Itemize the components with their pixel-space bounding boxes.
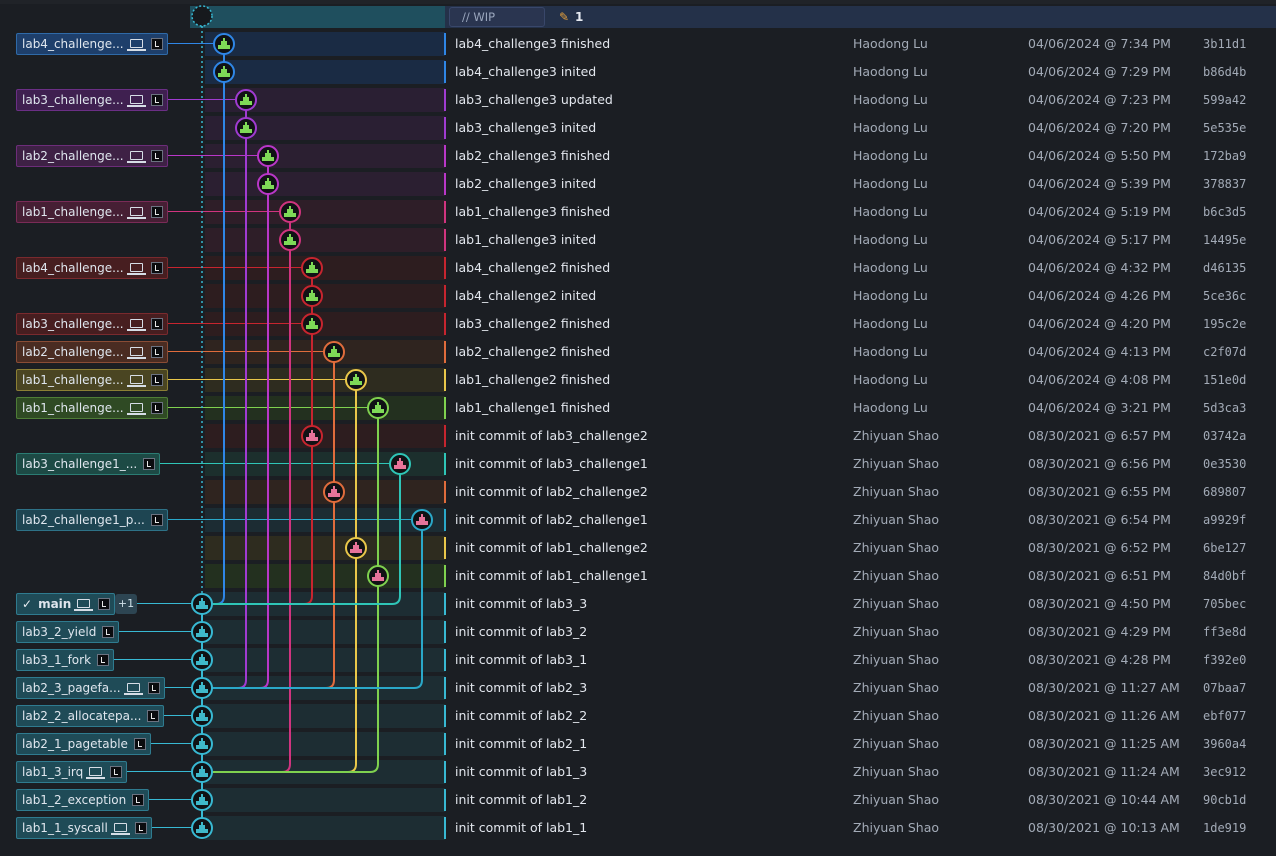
commit-graph-view: // WIP ✎ 1 lab4_challenge3 finished Haodo… — [0, 0, 1276, 856]
author-avatar-pink-icon[interactable] — [367, 565, 389, 587]
wip-node[interactable] — [191, 5, 213, 27]
branch-merge-lab2 — [212, 679, 269, 689]
author-avatar-pink-icon[interactable] — [301, 425, 323, 447]
author-avatar-icon[interactable] — [301, 313, 323, 335]
author-avatar-teal-icon[interactable] — [191, 733, 213, 755]
branch-merge-lab1 — [212, 763, 291, 773]
branch-merge-lab4 — [212, 595, 225, 605]
author-avatar-teal-icon[interactable] — [191, 621, 213, 643]
author-avatar-icon[interactable] — [257, 173, 279, 195]
author-avatar-teal-icon[interactable] — [191, 677, 213, 699]
author-avatar-pink-icon[interactable] — [389, 453, 411, 475]
branch-merge-lab3 — [212, 679, 247, 689]
author-avatar-icon[interactable] — [235, 117, 257, 139]
author-avatar-icon[interactable] — [323, 341, 345, 363]
author-avatar-icon[interactable] — [257, 145, 279, 167]
author-avatar-teal-icon[interactable] — [191, 649, 213, 671]
author-avatar-pink-icon[interactable] — [323, 481, 345, 503]
author-avatar-teal-icon[interactable] — [191, 705, 213, 727]
branch-merge-yellow — [212, 763, 357, 773]
branch-merge-teal — [212, 595, 401, 605]
author-avatar-teal-icon[interactable] — [191, 817, 213, 839]
author-avatar-icon[interactable] — [235, 89, 257, 111]
branch-merge-red — [212, 595, 313, 605]
author-avatar-icon[interactable] — [213, 33, 235, 55]
author-avatar-teal-icon[interactable] — [191, 593, 213, 615]
author-avatar-icon[interactable] — [367, 397, 389, 419]
author-avatar-icon[interactable] — [301, 257, 323, 279]
author-avatar-teal-icon[interactable] — [191, 761, 213, 783]
author-avatar-pink-icon[interactable] — [411, 509, 433, 531]
author-avatar-icon[interactable] — [345, 369, 367, 391]
author-avatar-icon[interactable] — [301, 285, 323, 307]
branch-merge-orange — [212, 679, 335, 689]
author-avatar-teal-icon[interactable] — [191, 789, 213, 811]
author-avatar-icon[interactable] — [213, 61, 235, 83]
author-avatar-icon[interactable] — [279, 201, 301, 223]
author-avatar-pink-icon[interactable] — [345, 537, 367, 559]
author-avatar-icon[interactable] — [279, 229, 301, 251]
commit-graph — [191, 5, 433, 839]
